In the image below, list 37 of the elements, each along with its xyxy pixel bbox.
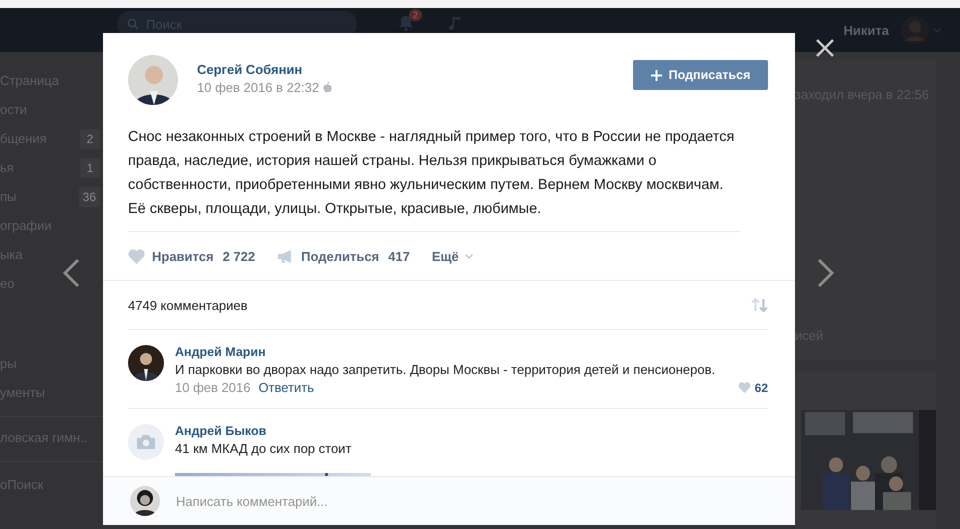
comment-date[interactable]: 10 фев 2016 <box>175 380 250 395</box>
user-avatar <box>130 486 160 516</box>
search-icon <box>127 18 139 30</box>
reply-link[interactable]: Ответить <box>258 380 314 395</box>
user-name[interactable]: Никита <box>844 22 889 38</box>
comments-count: 4749 комментариев <box>128 298 248 312</box>
apple-icon <box>323 82 332 93</box>
comment-input-field[interactable]: Написать комментарий... <box>176 494 576 508</box>
heart-icon <box>128 248 145 264</box>
caret-icon[interactable] <box>933 28 941 32</box>
commenter-avatar[interactable] <box>128 345 164 381</box>
notification-badge: 2 <box>408 8 422 20</box>
caret-icon <box>464 254 473 258</box>
plus-icon <box>650 70 662 80</box>
author-name[interactable]: Сергей Собянин <box>197 62 332 77</box>
share-button[interactable]: Поделиться 417 <box>277 248 410 264</box>
camera-icon <box>137 435 155 449</box>
count-badge: 36 <box>78 186 100 206</box>
music-note-icon[interactable] <box>449 15 463 33</box>
author-avatar[interactable] <box>128 55 178 105</box>
bell-icon[interactable] <box>397 14 415 32</box>
like-button[interactable]: 62 <box>738 380 768 394</box>
commenter-name[interactable]: Андрей Быков <box>175 424 768 438</box>
comment-text: 41 км МКАД до сих пор стоит <box>175 441 352 456</box>
sort-icon[interactable] <box>751 298 768 312</box>
post-text: Снос незаконных строений в Москве - наглядный пример того, что в России не продается правда, наследие, история нашей страны. Нельзя прикрываться бумажками о собственности, приобретенными явно жульническим путем. Вернем Москву москвичам. Её скверы, площади, улицы. Открытые, красивые, любимые. <box>128 125 740 232</box>
comment-text: И парковки во дворах надо запретить. Дворы Москвы - территория детей и пенсионеров. <box>175 362 716 377</box>
subscribe-button[interactable]: Подписаться <box>633 60 768 90</box>
more-button[interactable]: Ещё <box>432 248 473 264</box>
like-button[interactable]: Нравится 2 722 <box>128 248 256 264</box>
commenter-name[interactable]: Андрей Марин <box>175 345 768 359</box>
count-badge: 2 <box>80 128 100 148</box>
close-icon[interactable] <box>815 38 835 58</box>
heart-icon <box>738 382 751 393</box>
count-badge: 1 <box>80 158 100 178</box>
user-avatar[interactable] <box>901 16 929 44</box>
post-date[interactable]: 10 фев 2016 в 22:32 <box>197 80 320 95</box>
